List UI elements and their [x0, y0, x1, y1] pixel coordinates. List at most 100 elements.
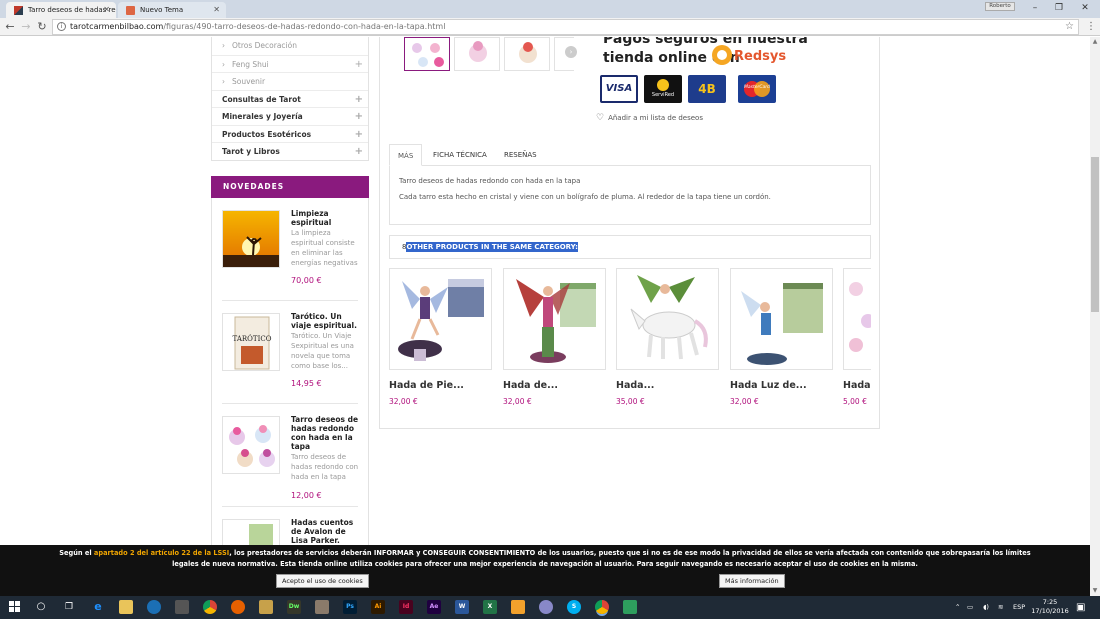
app-icon[interactable] [623, 600, 637, 614]
expand-plus-icon[interactable]: + [355, 91, 363, 109]
lssi-link[interactable]: apartado 2 del artículo 22 de la LSSI [94, 549, 229, 557]
product-image[interactable] [503, 268, 606, 370]
user-profile-chip[interactable]: Roberto [985, 2, 1015, 11]
category-item[interactable]: Productos Esotéricos + [212, 124, 368, 144]
accept-cookies-button[interactable]: Acepto el uso de cookies [276, 574, 369, 588]
tab-mas[interactable]: MÁS [389, 144, 423, 166]
product-thumbnail[interactable]: TARÓTICO [222, 312, 280, 371]
wifi-icon[interactable]: ≋ [998, 596, 1003, 619]
browser-tab-active[interactable]: Tarro deseos de hadas re ✕ [6, 2, 116, 18]
taskbar-clock[interactable]: 7:25 17/10/2016 [1030, 598, 1070, 616]
category-item[interactable]: › Feng Shui + [212, 54, 368, 74]
app-icon[interactable] [539, 600, 553, 614]
tab-resenas[interactable]: RESEÑAS [504, 144, 537, 166]
notifications-icon[interactable]: ▣ [1076, 596, 1085, 619]
carousel-product[interactable]: Hada Luz de... 32,00 € [730, 268, 833, 406]
excel-icon[interactable]: X [483, 600, 497, 614]
minimize-icon[interactable]: – [1028, 2, 1042, 14]
volume-icon[interactable]: ◖) [983, 596, 989, 619]
carousel-product[interactable]: Hada de... 32,00 € [503, 268, 606, 406]
browser-menu-icon[interactable]: ⋮ [1086, 19, 1096, 35]
back-icon[interactable]: ← [3, 19, 17, 35]
category-item[interactable]: Tarot y Libros + [212, 142, 368, 160]
app-icon[interactable] [259, 600, 273, 614]
scrollbar-thumb[interactable] [1091, 157, 1099, 312]
task-view-icon[interactable]: ❐ [62, 600, 76, 614]
file-explorer-icon[interactable] [119, 600, 133, 614]
expand-plus-icon[interactable]: + [355, 143, 363, 161]
product-name[interactable]: Hada Luz de... [730, 380, 833, 391]
product-name[interactable]: Limpieza espiritual [291, 209, 361, 227]
indesign-icon[interactable]: Id [399, 600, 413, 614]
expand-plus-icon[interactable]: + [355, 56, 363, 74]
category-item[interactable]: Minerales y Joyería + [212, 107, 368, 125]
product-name[interactable]: Tarro deseos de hadas redondo con hada e… [291, 415, 361, 451]
carousel-product[interactable]: Hada de Pie... 32,00 € [389, 268, 492, 406]
carousel-product[interactable]: Hada L 5,00 € [843, 268, 871, 406]
bookmark-star-icon[interactable]: ☆ [1065, 20, 1074, 34]
product-image[interactable] [730, 268, 833, 370]
product-name[interactable]: Hadas cuentos de Avalon de Lisa Parker. … [291, 518, 361, 546]
forward-icon[interactable]: → [19, 19, 33, 35]
url-input[interactable]: i tarotcarmenbilbao.com/figuras/490-tarr… [52, 19, 1079, 35]
app-icon[interactable] [147, 600, 161, 614]
new-product-item[interactable]: TARÓTICO Tarótico. Un viaje espiritual. … [222, 301, 358, 404]
product-name[interactable]: Hada de... [503, 380, 606, 391]
gallery-next-icon[interactable]: › [565, 46, 577, 58]
firefox-icon[interactable] [231, 600, 245, 614]
category-item[interactable]: Consultas de Tarot + [212, 89, 368, 109]
product-image[interactable] [389, 268, 492, 370]
new-product-item[interactable]: Limpieza espiritual La limpieza espiritu… [222, 198, 358, 301]
gallery-thumbnail-selected[interactable] [404, 37, 450, 71]
scroll-down-icon[interactable]: ▼ [1090, 586, 1100, 596]
new-product-item[interactable]: Tarro deseos de hadas redondo con hada e… [222, 404, 358, 507]
close-window-icon[interactable]: ✕ [1078, 2, 1092, 14]
page-scrollbar[interactable]: ▲ ▼ [1090, 37, 1100, 596]
add-to-wishlist-link[interactable]: ♡ Añadir a mi lista de deseos [596, 113, 703, 123]
tab-ficha-tecnica[interactable]: FICHA TÉCNICA [433, 144, 487, 166]
new-product-item[interactable]: Hadas cuentos de Avalon de Lisa Parker. … [222, 507, 361, 546]
product-name[interactable]: Tarótico. Un viaje espiritual. [291, 312, 361, 330]
more-info-button[interactable]: Más información [719, 574, 785, 588]
close-tab-icon[interactable]: ✕ [213, 2, 220, 18]
product-name[interactable]: Hada de Pie... [389, 380, 492, 391]
search-icon[interactable]: ○ [34, 600, 48, 614]
browser-tab-nuevo-tema[interactable]: Nuevo Tema ✕ [118, 2, 226, 18]
edge-browser-icon[interactable]: e [91, 600, 105, 614]
product-image[interactable] [616, 268, 719, 370]
gallery-thumbnail[interactable] [454, 37, 500, 71]
chrome-icon[interactable] [203, 600, 217, 614]
app-icon[interactable] [315, 600, 329, 614]
chrome-active-icon[interactable] [595, 600, 609, 614]
gallery-thumbnail[interactable] [504, 37, 550, 71]
expand-plus-icon[interactable]: + [355, 108, 363, 126]
scroll-up-icon[interactable]: ▲ [1090, 37, 1100, 47]
product-thumbnail[interactable] [222, 209, 280, 268]
browser-tab-title: Nuevo Tema [140, 6, 184, 14]
windows-start-icon[interactable] [8, 600, 22, 614]
close-tab-icon[interactable]: ✕ [103, 2, 110, 18]
network-icon[interactable]: ▭ [967, 596, 973, 619]
dreamweaver-icon[interactable]: Dw [287, 600, 301, 614]
language-indicator[interactable]: ESP [1013, 596, 1025, 619]
product-image[interactable] [843, 268, 871, 370]
carousel-product[interactable]: Hada... 35,00 € [616, 268, 719, 406]
expand-plus-icon[interactable]: + [355, 126, 363, 144]
product-thumbnail[interactable] [222, 518, 280, 545]
restore-icon[interactable]: ❐ [1052, 2, 1066, 14]
category-item[interactable]: › Souvenir [212, 72, 368, 90]
product-name[interactable]: Hada... [616, 380, 719, 391]
store-icon[interactable] [175, 600, 189, 614]
category-item[interactable]: › Otros Decoración [212, 37, 368, 55]
skype-icon[interactable]: S [567, 600, 581, 614]
illustrator-icon[interactable]: Ai [371, 600, 385, 614]
after-effects-icon[interactable]: Ae [427, 600, 441, 614]
app-icon[interactable] [511, 600, 525, 614]
product-thumbnail[interactable] [222, 415, 280, 474]
word-icon[interactable]: W [455, 600, 469, 614]
site-info-icon[interactable]: i [57, 22, 66, 31]
product-name[interactable]: Hada L [843, 380, 871, 391]
tray-up-arrow-icon[interactable]: ⌃ [955, 596, 960, 619]
photoshop-icon[interactable]: Ps [343, 600, 357, 614]
reload-icon[interactable]: ↻ [35, 19, 49, 35]
